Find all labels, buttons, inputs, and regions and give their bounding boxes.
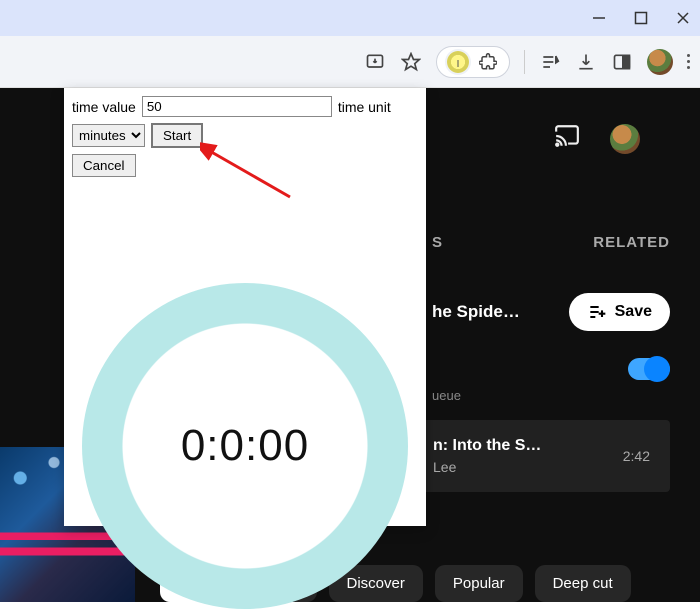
sidepanel-icon[interactable] [611, 51, 633, 73]
star-icon[interactable] [400, 51, 422, 73]
downloads-icon[interactable] [575, 51, 597, 73]
extensions-icon[interactable] [477, 51, 499, 73]
queue-label: ueue [432, 388, 461, 403]
track-artist: Lee [433, 459, 541, 475]
media-control-icon[interactable] [539, 51, 561, 73]
minimize-button[interactable] [592, 11, 606, 25]
toolbar-separator [524, 50, 525, 74]
browser-menu-icon[interactable] [687, 54, 690, 69]
save-button-label: Save [615, 303, 652, 321]
video-title-partial: he Spide… [432, 302, 520, 322]
time-unit-label: time unit [338, 99, 391, 115]
extensions-pill [436, 46, 510, 78]
time-value-label: time value [72, 99, 136, 115]
window-title-bar [0, 0, 700, 36]
track-row[interactable]: n: Into the S… Lee 2:42 [415, 420, 670, 492]
autoplay-row [432, 358, 670, 380]
browser-toolbar [0, 36, 700, 88]
close-button[interactable] [676, 11, 690, 25]
chip-deepcuts[interactable]: Deep cut [535, 565, 631, 602]
track-info: n: Into the S… Lee [433, 437, 541, 475]
related-header: S RELATED [432, 234, 670, 251]
timer-popup: time value time unit minutes Start Cance… [64, 88, 426, 526]
track-duration: 2:42 [623, 448, 650, 464]
title-row: he Spide… Save [432, 293, 670, 331]
timer-ring: 0:0:00 [82, 283, 408, 609]
user-avatar[interactable] [610, 124, 640, 154]
time-unit-select[interactable]: minutes [72, 124, 145, 147]
left-tab-partial[interactable]: S [432, 234, 443, 251]
time-value-input[interactable] [142, 96, 332, 117]
cast-icon[interactable] [554, 123, 580, 154]
timer-display: 0:0:00 [181, 421, 309, 471]
autoplay-toggle[interactable] [628, 358, 670, 380]
related-tab[interactable]: RELATED [593, 234, 670, 251]
install-app-icon[interactable] [364, 51, 386, 73]
save-button[interactable]: Save [569, 293, 670, 331]
maximize-button[interactable] [634, 11, 648, 25]
start-button[interactable]: Start [151, 123, 203, 148]
chip-popular[interactable]: Popular [435, 565, 523, 602]
cancel-button[interactable]: Cancel [72, 154, 136, 177]
profile-avatar[interactable] [647, 49, 673, 75]
content-header-right [554, 123, 640, 154]
track-title: n: Into the S… [433, 437, 541, 455]
timer-extension-icon[interactable] [447, 51, 469, 73]
